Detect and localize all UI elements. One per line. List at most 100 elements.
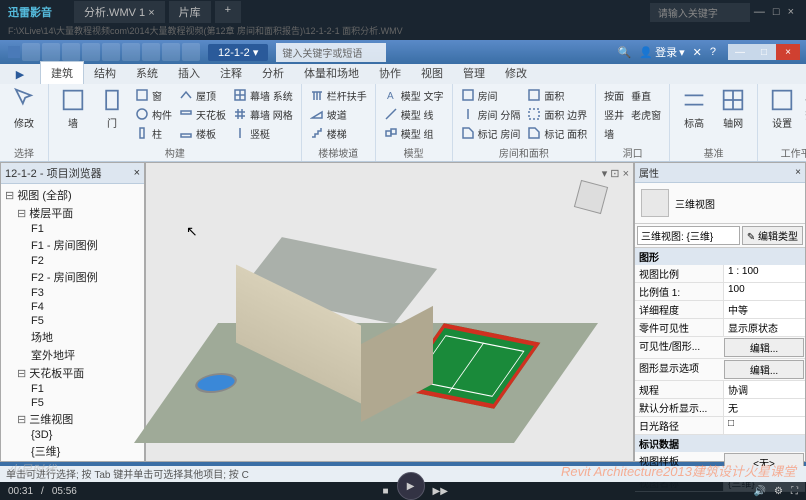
tree-item[interactable]: F2 [5, 254, 140, 268]
login-button[interactable]: 👤 登录 ▾ [639, 44, 684, 60]
qat-measure-icon[interactable] [122, 43, 140, 61]
help-icon[interactable]: ? [710, 46, 716, 58]
viewcube[interactable] [577, 183, 613, 219]
exchange-icon[interactable]: ✕ [693, 46, 702, 59]
tree-views-root[interactable]: ⊟ 视图 (全部) [5, 186, 140, 204]
tab-modify[interactable]: 修改 [495, 62, 537, 84]
fullscreen-icon[interactable]: ⛶ [791, 486, 798, 497]
prop-value[interactable]: 1 : 100 [723, 265, 805, 282]
maximize-button[interactable]: □ [752, 44, 776, 60]
tree-item[interactable]: F2 - 房间图例 [5, 268, 140, 286]
room-sep-button[interactable]: 房间 分隔 [459, 105, 523, 123]
volume-icon[interactable]: 🔊 [754, 486, 766, 497]
prop-button[interactable]: 编辑... [724, 338, 804, 357]
qat-section-icon[interactable] [162, 43, 180, 61]
prop-value[interactable]: 显示原状态 [723, 319, 805, 336]
room-button[interactable]: 房间 [459, 86, 523, 104]
viewport-controls-icon[interactable]: ▾ ⊡ × [602, 167, 629, 180]
tree-item[interactable]: F1 [5, 382, 140, 396]
player-search-input[interactable]: 请输入关键字 [650, 3, 750, 22]
prop-value[interactable]: 协调 [723, 381, 805, 398]
tree-item[interactable]: 场地 [5, 328, 140, 346]
tree-item[interactable]: {3D} [5, 428, 140, 442]
roof-button[interactable]: 屋顶 [177, 86, 228, 104]
properties-header[interactable]: 属性× [635, 163, 805, 183]
door-button[interactable]: 门 [94, 86, 130, 130]
curtain-grid-button[interactable]: 幕墙 网格 [231, 105, 295, 123]
set-button[interactable]: 设置 [764, 86, 800, 130]
wall-opening-button[interactable]: 墙 [602, 124, 626, 142]
tree-item[interactable]: F3 [5, 286, 140, 300]
player-tab-library[interactable]: 片库 [169, 1, 211, 23]
tab-massing[interactable]: 体量和场地 [294, 62, 369, 84]
keyword-search-input[interactable]: 键入关键字或短语 [276, 43, 386, 62]
stop-button[interactable]: ■ [383, 486, 389, 497]
dormer-button[interactable]: 老虎窗 [629, 105, 663, 123]
modify-button[interactable]: 修改 [6, 86, 42, 130]
tab-manage[interactable]: 管理 [453, 62, 495, 84]
tab-insert[interactable]: 插入 [168, 62, 210, 84]
prop-value[interactable]: 无 [723, 399, 805, 416]
tree-floor-plans[interactable]: ⊟ 楼层平面 [5, 204, 140, 222]
tab-structure[interactable]: 结构 [84, 62, 126, 84]
level-button[interactable]: 标高 [676, 86, 712, 130]
close-button[interactable]: × [776, 44, 800, 60]
area-button[interactable]: 面积 [525, 86, 589, 104]
type-selector[interactable]: 三维视图: {三维} [637, 226, 740, 245]
tab-systems[interactable]: 系统 [126, 62, 168, 84]
vertical-button[interactable]: 垂直 [629, 86, 663, 104]
window-button[interactable]: 窗 [133, 86, 174, 104]
settings-icon[interactable]: ⚙ [774, 486, 783, 497]
shaft-button[interactable]: 竖井 [602, 105, 626, 123]
player-tab-file[interactable]: 分析.WMV 1 × [74, 1, 165, 23]
browser-header[interactable]: 12-1-2 - 项目浏览器× [1, 163, 144, 184]
column-button[interactable]: 柱 [133, 124, 174, 142]
player-close-icon[interactable]: × [788, 6, 794, 18]
area-bound-button[interactable]: 面积 边界 [525, 105, 589, 123]
tab-view[interactable]: 视图 [411, 62, 453, 84]
room-tag-button[interactable]: 标记 房间 [459, 124, 523, 142]
tree-3d-views[interactable]: ⊟ 三维视图 [5, 410, 140, 428]
stair-button[interactable]: 楼梯 [308, 124, 369, 142]
tree-item[interactable]: F1 [5, 222, 140, 236]
grid-button[interactable]: 轴网 [715, 86, 751, 130]
qat-3d-icon[interactable] [142, 43, 160, 61]
ramp-button[interactable]: 坡道 [308, 105, 369, 123]
by-face-button[interactable]: 按面 [602, 86, 626, 104]
prop-value[interactable]: 100 [723, 283, 805, 300]
component-button[interactable]: 构件 [133, 105, 174, 123]
rail-button[interactable]: 栏杆扶手 [308, 86, 369, 104]
prop-button[interactable]: 编辑... [724, 360, 804, 379]
tab-annotate[interactable]: 注释 [210, 62, 252, 84]
model-line-button[interactable]: 模型 线 [382, 105, 446, 123]
model-group-button[interactable]: 模型 组 [382, 124, 446, 142]
player-tab-add[interactable]: + [215, 1, 241, 23]
prop-checkbox[interactable]: □ [723, 417, 805, 434]
tab-collaborate[interactable]: 协作 [369, 62, 411, 84]
tree-ceiling-plans[interactable]: ⊟ 天花板平面 [5, 364, 140, 382]
tab-analyze[interactable]: 分析 [252, 62, 294, 84]
qat-open-icon[interactable] [22, 43, 40, 61]
qat-redo-icon[interactable] [82, 43, 100, 61]
qat-save-icon[interactable] [42, 43, 60, 61]
qat-print-icon[interactable] [102, 43, 120, 61]
model-text-button[interactable]: A模型 文字 [382, 86, 446, 104]
next-button[interactable]: ▶▶ [433, 486, 448, 497]
tree-item[interactable]: 室外地坪 [5, 346, 140, 364]
app-menu-icon[interactable]: ▶ [0, 64, 40, 84]
ceiling-button[interactable]: 天花板 [177, 105, 228, 123]
tree-item[interactable]: F1 - 房间图例 [5, 236, 140, 254]
qat-sync-icon[interactable] [182, 43, 200, 61]
qat-undo-icon[interactable] [62, 43, 80, 61]
tree-item[interactable]: F5 [5, 396, 140, 410]
edit-type-button[interactable]: ✎ 编辑类型 [742, 226, 803, 245]
minimize-button[interactable]: — [728, 44, 752, 60]
prop-value[interactable]: 中等 [723, 301, 805, 318]
tab-architecture[interactable]: 建筑 [40, 61, 84, 84]
tree-item[interactable]: F4 [5, 300, 140, 314]
wall-button[interactable]: 墙 [55, 86, 91, 130]
player-min-icon[interactable]: — [754, 6, 765, 18]
mullion-button[interactable]: 竖梃 [231, 124, 295, 142]
viewport-3d[interactable]: ▾ ⊡ × ↖ [145, 162, 634, 462]
info-center-search-icon[interactable]: 🔍 [618, 46, 632, 59]
